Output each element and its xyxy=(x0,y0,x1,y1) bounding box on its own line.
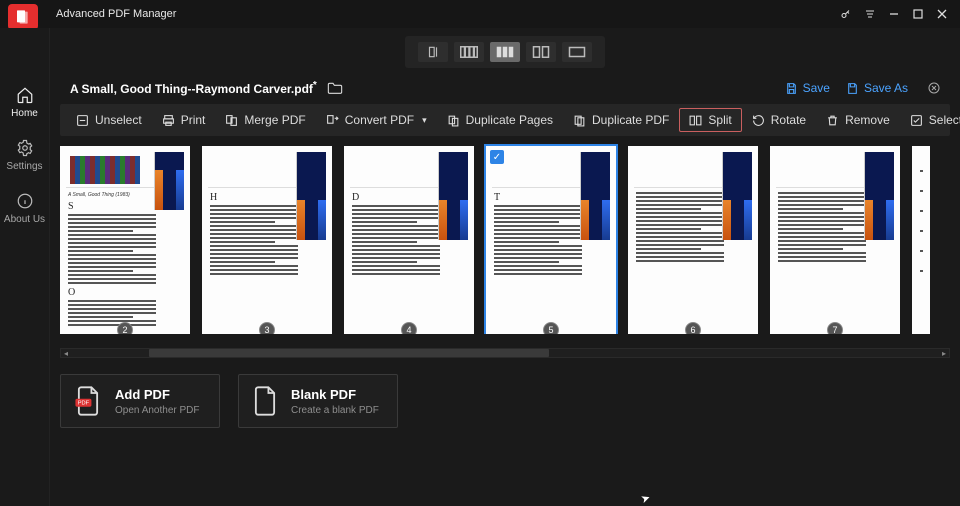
bottom-actions: PDF Add PDF Open Another PDF Blank PDF C… xyxy=(60,374,950,428)
menu-icon[interactable] xyxy=(858,2,882,26)
page-thumbnail[interactable] xyxy=(912,146,930,334)
add-pdf-card[interactable]: PDF Add PDF Open Another PDF xyxy=(60,374,220,428)
action-toolbar: Unselect Print Merge PDF Convert PDF ▾ D… xyxy=(60,104,950,136)
save-as-icon xyxy=(846,82,859,95)
print-button[interactable]: Print xyxy=(152,108,216,132)
card-title: Blank PDF xyxy=(291,387,379,402)
chevron-down-icon: ▾ xyxy=(422,115,427,126)
blank-pdf-icon xyxy=(251,385,279,417)
unselect-button[interactable]: Unselect xyxy=(66,108,152,132)
view-mode-toolbar xyxy=(405,36,605,68)
maximize-button[interactable] xyxy=(906,2,930,26)
view-two-page[interactable] xyxy=(454,42,484,62)
blank-pdf-card[interactable]: Blank PDF Create a blank PDF xyxy=(238,374,398,428)
save-button[interactable]: Save xyxy=(785,81,830,95)
remove-button[interactable]: Remove xyxy=(816,108,900,132)
sidebar-item-home[interactable]: Home xyxy=(0,80,49,125)
close-button[interactable] xyxy=(930,2,954,26)
gear-icon xyxy=(16,139,34,157)
select-all-button[interactable]: Select All xyxy=(900,108,960,132)
view-wide[interactable] xyxy=(562,42,592,62)
page-thumbnail[interactable]: D4 xyxy=(344,146,474,334)
convert-icon xyxy=(326,114,339,127)
key-icon[interactable] xyxy=(834,2,858,26)
page-number-badge: 3 xyxy=(259,322,275,334)
split-button[interactable]: Split xyxy=(679,108,741,132)
left-sidebar: Home Settings About Us xyxy=(0,28,50,506)
scroll-left-arrow[interactable]: ◂ xyxy=(61,349,71,357)
page-thumbnail[interactable]: A Small, Good Thing (1983)SO2 xyxy=(60,146,190,334)
sidebar-item-settings[interactable]: Settings xyxy=(0,133,49,178)
unselect-icon xyxy=(76,114,89,127)
page-thumbnail[interactable]: T✓5 xyxy=(486,146,616,334)
view-single-page[interactable] xyxy=(418,42,448,62)
home-icon xyxy=(16,86,34,104)
add-pdf-icon: PDF xyxy=(73,385,103,417)
sidebar-item-label: Settings xyxy=(6,161,42,172)
page-thumbnail[interactable]: 6 xyxy=(628,146,758,334)
minimize-button[interactable] xyxy=(882,2,906,26)
duplicate-pages-icon xyxy=(447,114,460,127)
merge-pdf-button[interactable]: Merge PDF xyxy=(215,108,315,132)
page-number-badge: 4 xyxy=(401,322,417,334)
sidebar-item-about[interactable]: About Us xyxy=(0,186,49,231)
title-bar: Advanced PDF Manager xyxy=(0,0,960,28)
folder-icon xyxy=(327,81,343,95)
close-icon xyxy=(928,82,940,94)
duplicate-pages-button[interactable]: Duplicate Pages xyxy=(437,108,563,132)
open-folder-button[interactable] xyxy=(327,81,343,95)
thumbnail-strip: A Small, Good Thing (1983)SO2H3D4T✓567 xyxy=(60,144,950,334)
save-icon xyxy=(785,82,798,95)
remove-icon xyxy=(826,114,839,127)
thumbnail-area: A Small, Good Thing (1983)SO2H3D4T✓567 ◂… xyxy=(60,144,950,358)
scroll-right-arrow[interactable]: ▸ xyxy=(939,349,949,357)
split-icon xyxy=(689,114,702,127)
page-number-badge: 6 xyxy=(685,322,701,334)
app-logo xyxy=(8,4,38,30)
page-number-badge: 2 xyxy=(117,322,133,334)
page-number-badge: 5 xyxy=(543,322,559,334)
info-icon xyxy=(16,192,34,210)
close-document-button[interactable] xyxy=(928,82,940,94)
view-dual[interactable] xyxy=(526,42,556,62)
window-controls xyxy=(834,2,954,26)
svg-text:PDF: PDF xyxy=(78,400,90,406)
file-name: A Small, Good Thing--Raymond Carver.pdf* xyxy=(70,80,317,96)
rotate-icon xyxy=(752,114,765,127)
card-subtitle: Create a blank PDF xyxy=(291,405,379,416)
page-thumbnail[interactable]: 7 xyxy=(770,146,900,334)
page-thumbnail[interactable]: H3 xyxy=(202,146,332,334)
file-header: A Small, Good Thing--Raymond Carver.pdf*… xyxy=(50,68,960,102)
app-logo-icon xyxy=(14,9,32,25)
app-title: Advanced PDF Manager xyxy=(56,8,176,20)
sidebar-item-label: Home xyxy=(11,108,38,119)
convert-pdf-button[interactable]: Convert PDF ▾ xyxy=(316,108,437,132)
scrollbar-handle[interactable] xyxy=(149,349,549,357)
card-subtitle: Open Another PDF xyxy=(115,405,200,416)
horizontal-scrollbar[interactable]: ◂ ▸ xyxy=(60,348,950,358)
main-area: A Small, Good Thing--Raymond Carver.pdf*… xyxy=(50,28,960,506)
print-icon xyxy=(162,114,175,127)
page-number-badge: 7 xyxy=(827,322,843,334)
selected-check-icon: ✓ xyxy=(490,150,504,164)
view-thumbnails[interactable] xyxy=(490,42,520,62)
rotate-button[interactable]: Rotate xyxy=(742,108,816,132)
sidebar-item-label: About Us xyxy=(4,214,45,225)
duplicate-pdf-button[interactable]: Duplicate PDF xyxy=(563,108,679,132)
unsaved-indicator: * xyxy=(313,80,317,91)
select-all-icon xyxy=(910,114,923,127)
duplicate-pdf-icon xyxy=(573,114,586,127)
card-title: Add PDF xyxy=(115,387,200,402)
save-as-button[interactable]: Save As xyxy=(846,81,908,95)
merge-icon xyxy=(225,114,238,127)
